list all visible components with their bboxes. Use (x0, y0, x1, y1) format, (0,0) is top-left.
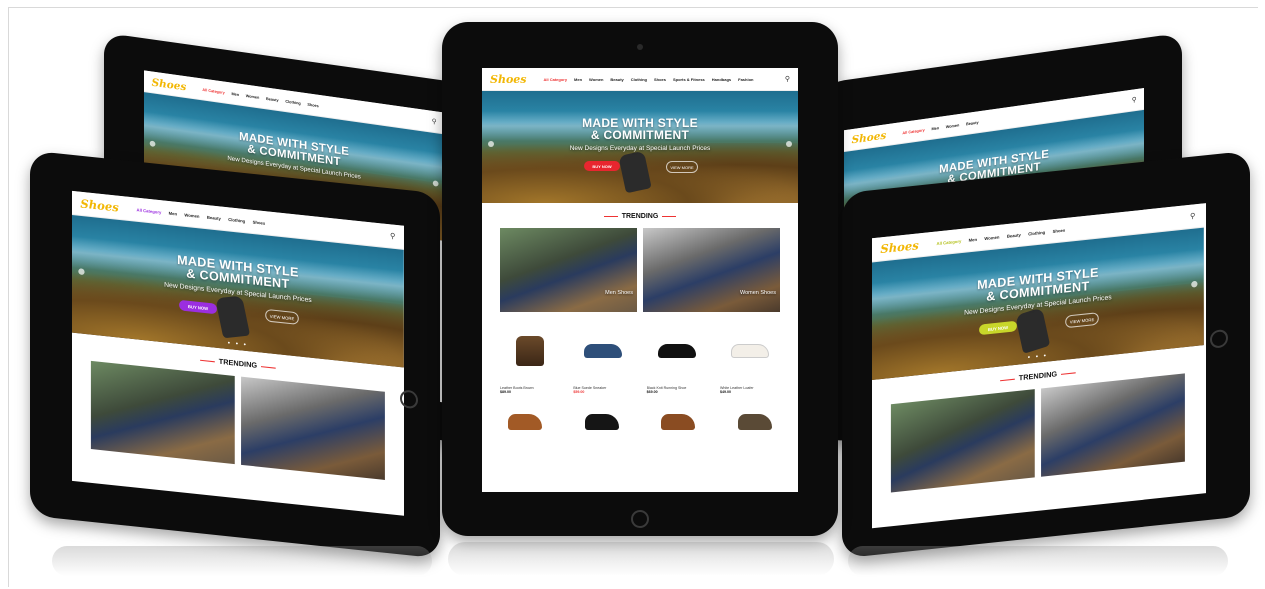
category-label: Women Shoes (740, 290, 776, 296)
nav-men[interactable]: Men (574, 77, 582, 82)
nav-handbags[interactable]: Handbags (712, 77, 731, 82)
search-icon[interactable]: ⚲ (1190, 212, 1195, 221)
search-icon[interactable]: ⚲ (390, 232, 395, 241)
camera-icon (637, 44, 643, 50)
nav-clothing[interactable]: Clothing (285, 98, 300, 105)
view-more-button[interactable]: VIEW MORE (666, 161, 698, 173)
tablet-front-right: Shoes All Category Men Women Beauty Clot… (842, 150, 1250, 559)
reflection-center (448, 542, 834, 576)
nav-beauty[interactable]: Beauty (610, 77, 623, 82)
search-icon[interactable]: ⚲ (432, 117, 437, 125)
frame-top-line (8, 7, 1258, 8)
home-button-icon (1210, 328, 1228, 349)
site-front-left: Shoes All Category Men Women Beauty Clot… (72, 190, 404, 482)
site-nav: Shoes All Category Men Women Beauty Clot… (482, 68, 798, 91)
nav-men[interactable]: Men (969, 236, 977, 242)
tablet-center: Shoes All Category Men Women Beauty Clot… (442, 22, 838, 536)
nav-all-category[interactable]: All Category (202, 87, 224, 95)
category-women[interactable]: Women Shoes (643, 228, 780, 312)
product-card[interactable]: Blue Suede Sneaker $59.00 (573, 330, 633, 394)
nav-men[interactable]: Men (169, 210, 177, 216)
reflection-right (848, 546, 1228, 576)
site-center: Shoes All Category Men Women Beauty Clot… (482, 68, 798, 430)
nav-beauty[interactable]: Beauty (966, 119, 979, 126)
product-price: $89.00 (500, 390, 511, 394)
nav-women[interactable]: Women (246, 93, 260, 100)
site-logo[interactable]: Shoes (852, 129, 887, 146)
nav-all-category[interactable]: All Category (937, 238, 962, 246)
product-grid: Leather Boots Brown $89.00 Blue Suede Sn… (482, 312, 798, 394)
nav-beauty[interactable]: Beauty (207, 214, 221, 221)
slider-next-icon[interactable] (432, 180, 439, 187)
product-price: $69.00 (646, 390, 658, 394)
site-logo[interactable]: Shoes (152, 76, 187, 93)
search-icon[interactable]: ⚲ (785, 75, 790, 83)
buy-now-button[interactable]: BUY NOW (584, 161, 620, 171)
category-label: Men Shoes (605, 290, 633, 296)
sneaker-icon (573, 330, 633, 372)
nav-women[interactable]: Women (184, 212, 199, 219)
black-shoe-icon[interactable] (584, 414, 619, 430)
home-button-icon (631, 510, 649, 528)
nav-clothing[interactable]: Clothing (1028, 229, 1045, 236)
site-front-right: Shoes All Category Men Women Beauty Clot… (872, 203, 1204, 494)
category-women[interactable] (241, 376, 385, 480)
nav-beauty[interactable]: Beauty (1007, 232, 1021, 239)
olive-boot-icon[interactable] (737, 414, 772, 430)
site-logo[interactable]: Shoes (80, 196, 118, 214)
site-logo[interactable]: Shoes (880, 238, 918, 256)
nav-women[interactable]: Women (984, 234, 999, 241)
nav-shoes[interactable]: Shoes (654, 77, 666, 82)
tablet-screen: Shoes All Category Men Women Beauty Clot… (482, 68, 798, 492)
nav-shoes[interactable]: Shoes (253, 219, 266, 226)
product-card[interactable]: Black Knit Running Shoe $69.00 (647, 330, 707, 394)
category-grid: Men Shoes Women Shoes (482, 228, 798, 312)
category-men[interactable] (90, 360, 235, 465)
nav-clothing[interactable]: Clothing (228, 216, 245, 223)
nav-all-category[interactable]: All Category (543, 77, 567, 82)
hero-title: MADE WITH STYLE & COMMITMENT (582, 116, 698, 142)
tablet-screen: Shoes All Category Men Women Beauty Clot… (872, 203, 1206, 529)
nav-beauty[interactable]: Beauty (266, 96, 279, 103)
brown-shoe-icon[interactable] (661, 414, 696, 430)
tan-shoe-icon[interactable] (508, 414, 542, 430)
nav-men[interactable]: Men (931, 125, 939, 131)
category-men[interactable] (890, 389, 1035, 493)
nav-all-category[interactable]: All Category (902, 127, 924, 135)
nav-sports[interactable]: Sports & Fitness (673, 77, 705, 82)
hero-subtitle: New Designs Everyday at Special Launch P… (569, 145, 711, 152)
slider-prev-icon[interactable] (488, 141, 494, 147)
nav-shoes[interactable]: Shoes (1053, 227, 1066, 234)
running-shoe-icon (647, 330, 707, 372)
slider-next-icon[interactable] (786, 141, 792, 147)
boot-icon (500, 330, 560, 372)
search-icon[interactable]: ⚲ (1132, 96, 1137, 104)
trending-heading: TRENDING (482, 203, 798, 228)
product-card[interactable]: Leather Boots Brown $89.00 (500, 330, 560, 394)
nav-clothing[interactable]: Clothing (631, 77, 647, 82)
slider-prev-icon[interactable] (149, 140, 156, 147)
reflection-left (52, 546, 432, 576)
slider-prev-icon[interactable] (78, 268, 85, 276)
product-price: $49.00 (719, 390, 731, 394)
product-grid-row-2 (482, 394, 798, 430)
frame-left-line (8, 7, 9, 587)
tablet-front-left: Shoes All Category Men Women Beauty Clot… (30, 150, 440, 559)
nav-women[interactable]: Women (946, 122, 960, 129)
nav-women[interactable]: Women (589, 77, 603, 82)
nav-fashion[interactable]: Fashion (738, 77, 753, 82)
nav-all-category[interactable]: All Category (137, 207, 162, 215)
nav-men[interactable]: Men (231, 91, 239, 97)
product-price: $59.00 (573, 390, 585, 394)
flat-shoe-icon (720, 330, 780, 372)
nav-shoes[interactable]: Shoes (307, 101, 318, 107)
hero-banner: MADE WITH STYLE& COMMITMENT New Designs … (482, 91, 798, 203)
category-men[interactable]: Men Shoes (500, 228, 637, 312)
category-women[interactable] (1041, 373, 1185, 477)
product-card[interactable]: White Leather Loafer $49.00 (720, 330, 780, 394)
site-logo[interactable]: Shoes (490, 73, 526, 86)
tablet-screen: Shoes All Category Men Women Beauty Clot… (72, 190, 404, 516)
